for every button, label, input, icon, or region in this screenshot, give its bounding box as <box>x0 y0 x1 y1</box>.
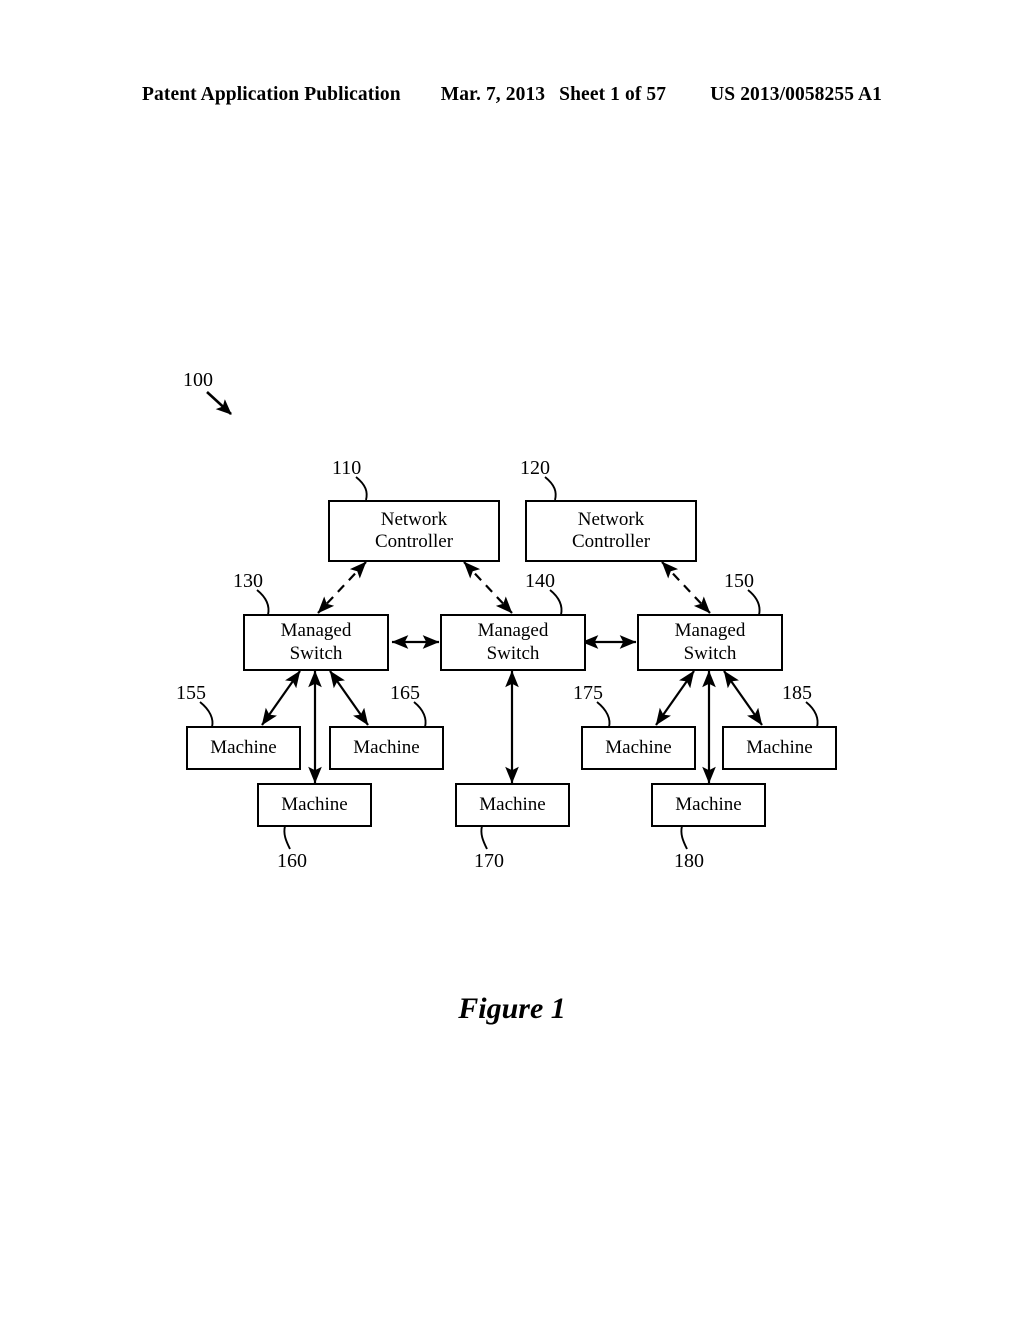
ref-numeral-170: 170 <box>474 850 504 872</box>
leader-130 <box>256 589 270 616</box>
machine-170-box: Machine <box>455 783 570 827</box>
machine-180-box: Machine <box>651 783 766 827</box>
managed-switch-130-box: Managed Switch <box>243 614 389 671</box>
managed-switch-130-line2: Switch <box>289 642 343 664</box>
system-pointer-arrow <box>206 391 232 415</box>
leader-140 <box>549 589 563 616</box>
machine-170-label: Machine <box>479 793 546 815</box>
managed-switch-140-box: Managed Switch <box>440 614 586 671</box>
controller-switch-links <box>317 561 711 614</box>
managed-switch-140-line2: Switch <box>486 642 540 664</box>
leader-175 <box>596 701 611 728</box>
managed-switch-140-line1: Managed <box>477 620 549 642</box>
link-150-185 <box>723 670 763 726</box>
machine-155-label: Machine <box>210 736 277 758</box>
link-130-155 <box>261 670 301 726</box>
leader-185 <box>805 701 819 728</box>
managed-switch-150-line2: Switch <box>683 642 737 664</box>
link-150-175 <box>655 670 695 726</box>
ref-numeral-100: 100 <box>183 369 213 391</box>
leader-165 <box>413 701 427 728</box>
ref-numeral-130: 130 <box>233 570 263 592</box>
figure-1-diagram: 100 110 120 130 140 150 155 165 175 185 … <box>0 0 1024 1320</box>
leader-120 <box>544 476 557 501</box>
machine-185-label: Machine <box>746 736 813 758</box>
ref-numeral-185: 185 <box>782 682 812 704</box>
network-controller-110-box: Network Controller <box>328 500 500 562</box>
leader-180 <box>680 825 688 850</box>
machine-155-box: Machine <box>186 726 301 770</box>
ref-numeral-140: 140 <box>525 570 555 592</box>
leader-170 <box>480 825 488 850</box>
leader-150 <box>747 589 761 616</box>
ref-numeral-120: 120 <box>520 457 550 479</box>
managed-switch-130-line1: Managed <box>280 620 352 642</box>
network-controller-110-line2: Controller <box>374 531 454 552</box>
managed-switch-150-line1: Managed <box>674 620 746 642</box>
leader-110 <box>355 476 368 501</box>
link-110-140 <box>463 561 513 614</box>
ref-numeral-165: 165 <box>390 682 420 704</box>
machine-165-label: Machine <box>353 736 420 758</box>
ref-numeral-150: 150 <box>724 570 754 592</box>
managed-switch-150-box: Managed Switch <box>637 614 783 671</box>
leader-160 <box>283 825 291 850</box>
ref-numeral-110: 110 <box>332 457 362 479</box>
ref-numeral-155: 155 <box>176 682 206 704</box>
link-120-150 <box>661 561 711 614</box>
network-controller-120-line1: Network <box>577 508 645 530</box>
leader-155 <box>199 701 214 728</box>
machine-160-box: Machine <box>257 783 372 827</box>
ref-numeral-175: 175 <box>573 682 603 704</box>
network-controller-120-box: Network Controller <box>525 500 697 562</box>
machine-180-label: Machine <box>675 793 742 815</box>
machine-160-label: Machine <box>281 793 348 815</box>
ref-numeral-180: 180 <box>674 850 704 872</box>
network-controller-110-line1: Network <box>380 508 448 530</box>
machine-165-box: Machine <box>329 726 444 770</box>
network-controller-120-line2: Controller <box>571 531 651 552</box>
machine-185-box: Machine <box>722 726 837 770</box>
ref-numeral-160: 160 <box>277 850 307 872</box>
machine-175-box: Machine <box>581 726 696 770</box>
figure-caption: Figure 1 <box>458 992 566 1025</box>
link-110-130 <box>317 561 367 614</box>
link-130-165 <box>329 670 369 726</box>
machine-175-label: Machine <box>605 736 672 758</box>
